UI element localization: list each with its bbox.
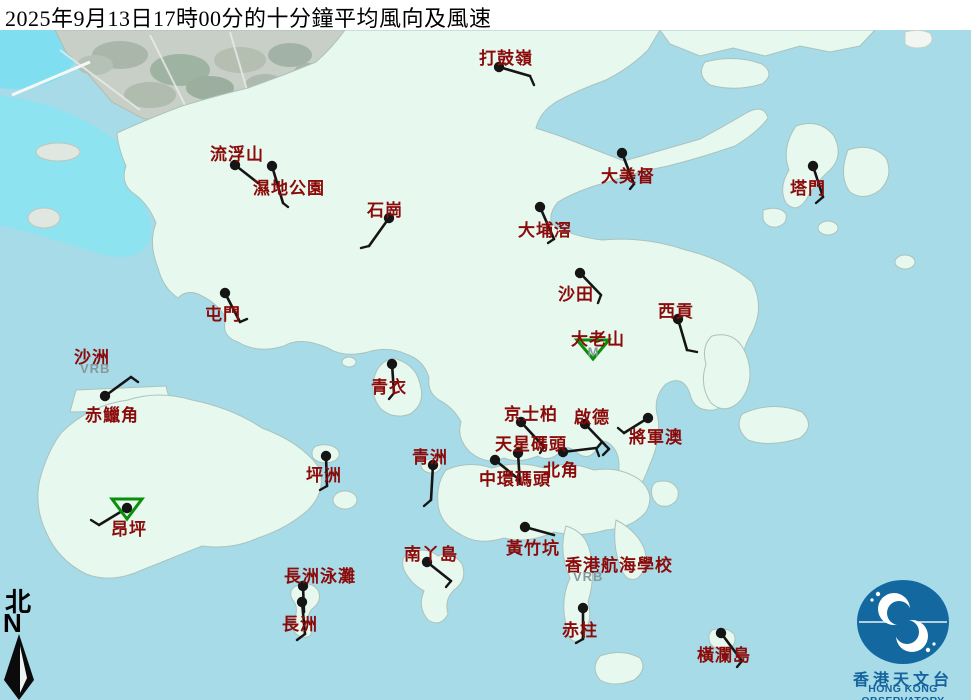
station-dot (422, 557, 432, 567)
compass-north-letter: N (3, 608, 22, 639)
wind-map-page: M 打鼓嶺流浮山濕地公園石崗大埔滘大美督塔門沙田西貢屯門沙洲VRB大老山赤鱲角青… (0, 0, 971, 700)
high-island (739, 406, 808, 443)
station-dot (428, 460, 438, 470)
crescent-island (905, 30, 932, 48)
station-dot (122, 503, 132, 513)
station-dot (321, 451, 331, 461)
station-dot (716, 628, 726, 638)
hong-kong-map: M (0, 0, 971, 700)
tung-lung-island (652, 481, 679, 506)
station-dot (100, 391, 110, 401)
station-dot (220, 288, 230, 298)
hko-logo: 香港天文台 HONG KONG OBSERVATORY (835, 576, 971, 700)
title-bar: 2025年9月13日17時00分的十分鐘平均風向及風速 (0, 0, 971, 30)
map-title: 2025年9月13日17時00分的十分鐘平均風向及風速 (5, 1, 492, 33)
deep-bay-island (28, 208, 60, 228)
hei-ling-chau (333, 491, 357, 509)
station-dot (673, 314, 683, 324)
station-dot (535, 202, 545, 212)
station-dot (297, 597, 307, 607)
station-dot (575, 268, 585, 278)
station-dot (643, 413, 653, 423)
station-dot (558, 447, 568, 457)
station-dot (808, 161, 818, 171)
station-dot (520, 522, 530, 532)
station-dot (384, 213, 394, 223)
station-dot (387, 359, 397, 369)
station-dot (578, 603, 588, 613)
station-dot (494, 62, 504, 72)
mountain-station-letter: M (588, 344, 599, 359)
deep-bay-island (36, 143, 80, 161)
station-dot (490, 455, 500, 465)
po-toi-island (595, 652, 643, 684)
ma-wan-island (342, 357, 356, 367)
station-dot (580, 419, 590, 429)
hko-logo-name-en: HONG KONG OBSERVATORY (833, 683, 971, 700)
station-dot (230, 160, 240, 170)
station-dot (298, 581, 308, 591)
station-dot (513, 448, 523, 458)
station-dot (516, 417, 526, 427)
station-dot (267, 161, 277, 171)
station-dot (617, 148, 627, 158)
